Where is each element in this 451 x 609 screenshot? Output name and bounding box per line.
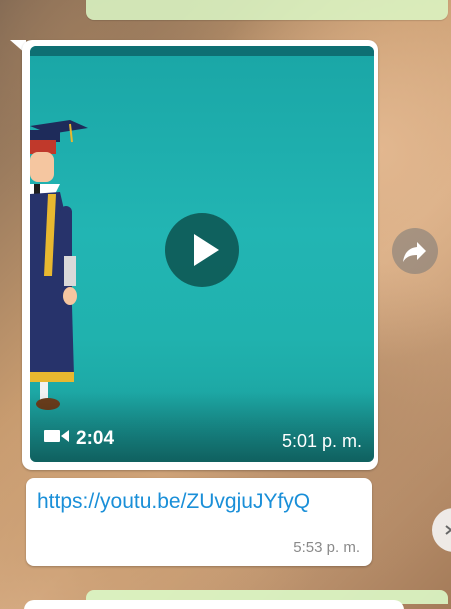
previous-outgoing-message[interactable] [86, 0, 448, 20]
next-incoming-message[interactable] [24, 600, 404, 609]
youtube-link[interactable]: https://youtu.be/ZUvgjuJYfyQ [37, 490, 310, 514]
link-message-bubble[interactable]: https://youtu.be/ZUvgjuJYfyQ 5:53 p. m. [26, 478, 372, 566]
video-duration: 2:04 [44, 428, 114, 450]
video-message-time: 5:01 p. m. [281, 431, 362, 451]
forward-button[interactable] [392, 228, 438, 274]
scroll-side-button[interactable] [432, 508, 451, 552]
video-camera-icon [44, 428, 70, 450]
chevron-right-icon [445, 525, 451, 535]
forward-share-icon [403, 242, 426, 262]
video-top-strip [30, 46, 374, 56]
chat-background: 2:04 5:01 p. m. https://youtu.be/ZUvgjuJ… [0, 0, 451, 609]
play-button[interactable] [165, 213, 239, 287]
graduate-character-illustration [30, 120, 88, 410]
video-duration-label: 2:04 [76, 428, 115, 449]
video-thumbnail[interactable]: 2:04 5:01 p. m. [30, 46, 374, 462]
play-icon [194, 234, 219, 266]
link-message-time: 5:53 p. m. [293, 539, 360, 556]
